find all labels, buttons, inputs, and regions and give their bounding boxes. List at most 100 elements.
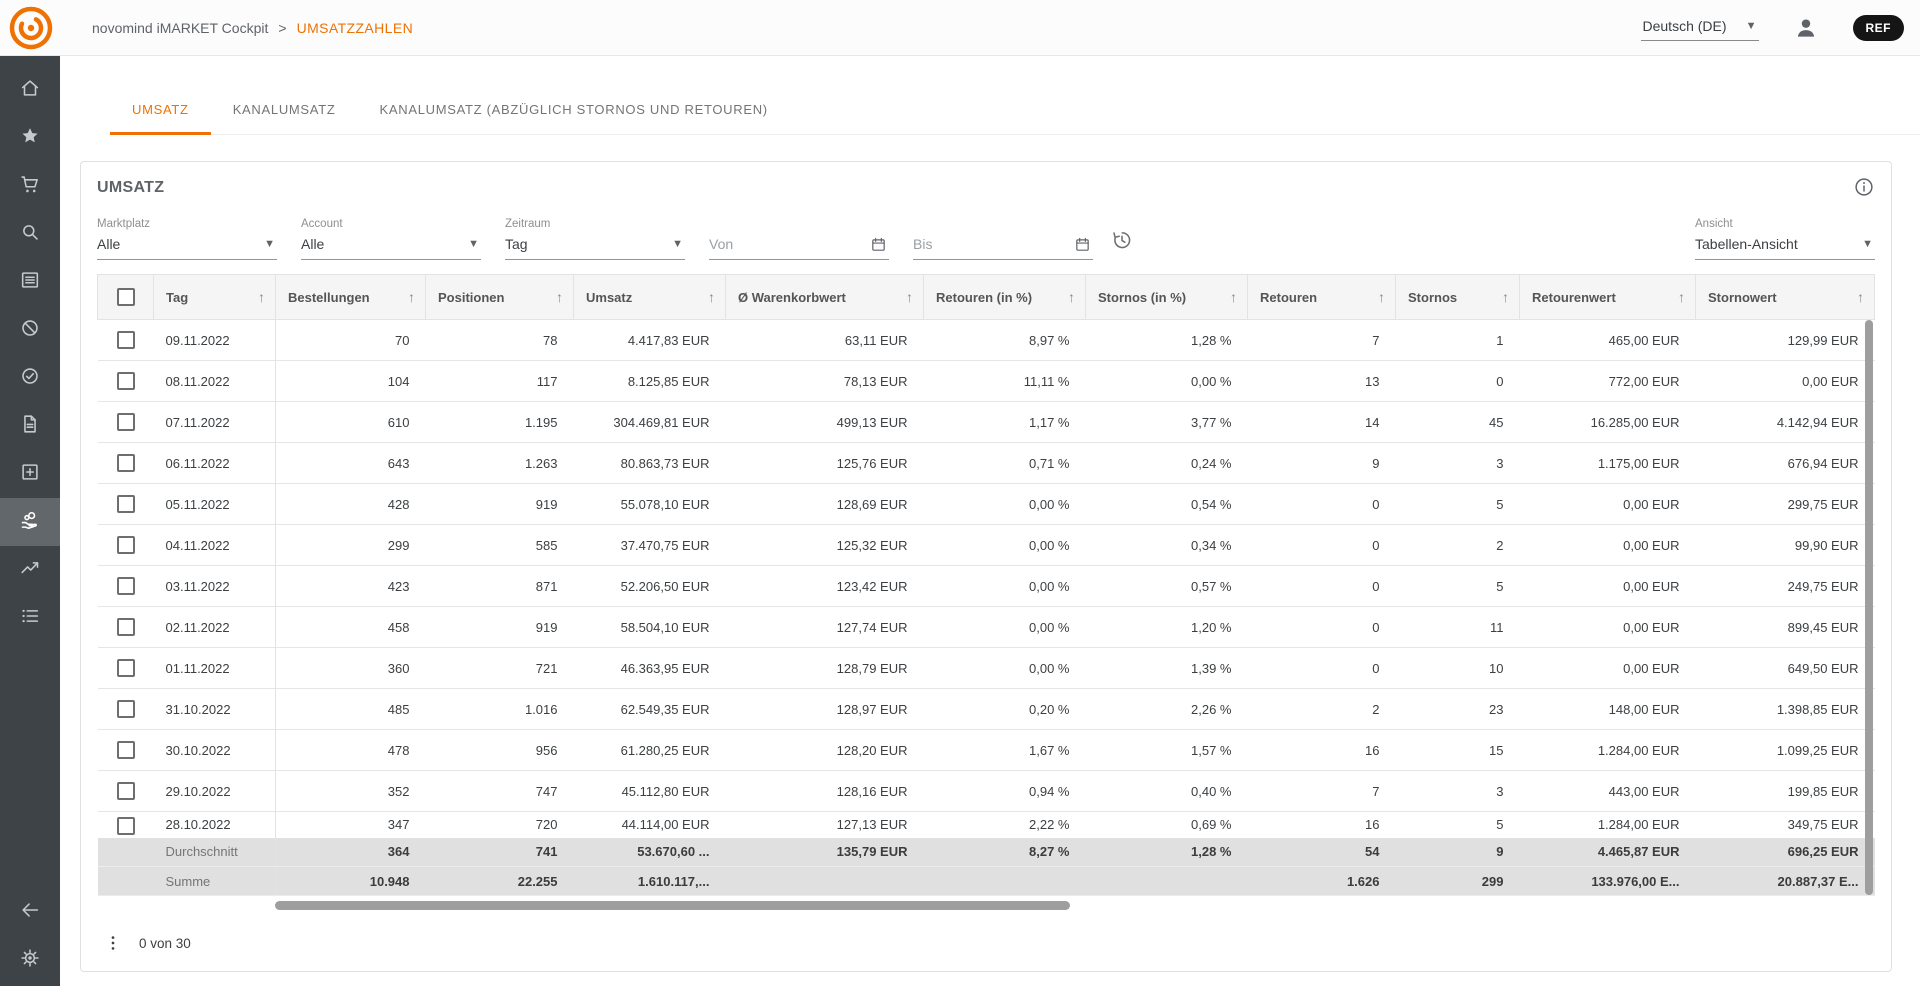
cell: 1.284,00 EUR (1520, 730, 1696, 771)
col-header-stornos-in[interactable]: Stornos (in %)↑ (1086, 275, 1248, 320)
col-header-tag[interactable]: Tag↑ (154, 275, 276, 320)
sidebar-item-document[interactable] (0, 402, 60, 450)
sidebar-item-list-box[interactable] (0, 258, 60, 306)
cell: 16 (1248, 812, 1396, 838)
row-checkbox[interactable] (117, 577, 135, 595)
cell: 52.206,50 EUR (574, 566, 726, 607)
sort-asc-icon[interactable]: ↑ (1230, 289, 1237, 305)
sort-asc-icon[interactable]: ↑ (1857, 289, 1864, 305)
account-filter[interactable]: Account Alle ▼ (301, 218, 481, 260)
row-checkbox[interactable] (117, 331, 135, 349)
sidebar-item-block[interactable] (0, 306, 60, 354)
calendar-icon[interactable] (870, 236, 887, 253)
summary-label: Summe (154, 867, 276, 896)
tab-kanalumsatz[interactable]: KANALUMSATZ (211, 100, 358, 134)
table-row: 28.10.202234772044.114,00 EUR127,13 EUR2… (98, 812, 1875, 838)
col-header-umsatz[interactable]: Umsatz↑ (574, 275, 726, 320)
select-all-checkbox[interactable] (117, 288, 135, 306)
row-checkbox[interactable] (117, 700, 135, 718)
row-checkbox[interactable] (117, 817, 135, 835)
row-checkbox[interactable] (117, 659, 135, 677)
col-header-warenkorbwert[interactable]: Ø Warenkorbwert↑ (726, 275, 924, 320)
row-checkbox[interactable] (117, 536, 135, 554)
cell: 125,76 EUR (726, 443, 924, 484)
cell: 7 (1248, 771, 1396, 812)
bis-date-field[interactable]: Bis (913, 235, 1093, 260)
reset-filters-icon[interactable] (1111, 229, 1133, 254)
ansicht-select[interactable]: Ansicht Tabellen-Ansicht ▼ (1695, 218, 1875, 260)
cell: 465,00 EUR (1520, 320, 1696, 361)
col-header-bestellungen[interactable]: Bestellungen↑ (276, 275, 426, 320)
sidebar-item-arrow-left[interactable] (0, 888, 60, 936)
cell-tag: 07.11.2022 (154, 402, 276, 443)
cell: 423 (276, 566, 426, 607)
sidebar-item-hand-coins[interactable] (0, 498, 60, 546)
marktplatz-filter[interactable]: Marktplatz Alle ▼ (97, 218, 277, 260)
sort-asc-icon[interactable]: ↑ (556, 289, 563, 305)
row-checkbox[interactable] (117, 618, 135, 636)
sidebar-item-check-circle[interactable] (0, 354, 60, 402)
cell: 123,42 EUR (726, 566, 924, 607)
sidebar-item-gear[interactable] (0, 936, 60, 984)
environment-badge: REF (1853, 15, 1905, 41)
cell: 2 (1396, 525, 1520, 566)
zeitraum-filter[interactable]: Zeitraum Tag ▼ (505, 218, 685, 260)
cell-tag: 30.10.2022 (154, 730, 276, 771)
row-checkbox[interactable] (117, 782, 135, 800)
horizontal-scrollbar[interactable] (275, 901, 1070, 910)
sort-asc-icon[interactable]: ↑ (708, 289, 715, 305)
sidebar-item-cart[interactable] (0, 162, 60, 210)
cell: 899,45 EUR (1696, 607, 1875, 648)
ansicht-value: Tabellen-Ansicht (1695, 236, 1798, 252)
sort-asc-icon[interactable]: ↑ (906, 289, 913, 305)
sidebar-item-trending-up[interactable] (0, 546, 60, 594)
col-header-positionen[interactable]: Positionen↑ (426, 275, 574, 320)
sort-asc-icon[interactable]: ↑ (408, 289, 415, 305)
cell: 0,00 EUR (1520, 484, 1696, 525)
cell: 299,75 EUR (1696, 484, 1875, 525)
col-header-stornowert[interactable]: Stornowert↑ (1696, 275, 1875, 320)
col-header-retourenwert[interactable]: Retourenwert↑ (1520, 275, 1696, 320)
cell: 485 (276, 689, 426, 730)
sidebar-item-add-box[interactable] (0, 450, 60, 498)
sort-asc-icon[interactable]: ↑ (1678, 289, 1685, 305)
calendar-icon[interactable] (1074, 236, 1091, 253)
cell: 0 (1248, 484, 1396, 525)
sidebar-item-star[interactable] (0, 114, 60, 162)
cell: 23 (1396, 689, 1520, 730)
table-row: 05.11.202242891955.078,10 EUR128,69 EUR0… (98, 484, 1875, 525)
cell: 1.263 (426, 443, 574, 484)
cell: 46.363,95 EUR (574, 648, 726, 689)
sort-asc-icon[interactable]: ↑ (1068, 289, 1075, 305)
von-date-field[interactable]: Von (709, 235, 889, 260)
vertical-scrollbar[interactable] (1865, 320, 1873, 895)
sort-asc-icon[interactable]: ↑ (258, 289, 265, 305)
col-header-retouren[interactable]: Retouren↑ (1248, 275, 1396, 320)
row-checkbox[interactable] (117, 741, 135, 759)
sidebar-item-bullet-list[interactable] (0, 594, 60, 642)
cell: 0 (1248, 566, 1396, 607)
cell-tag: 04.11.2022 (154, 525, 276, 566)
sort-asc-icon[interactable]: ↑ (1378, 289, 1385, 305)
language-select[interactable]: Deutsch (DE) ▼ (1641, 15, 1759, 41)
cell: 349,75 EUR (1696, 812, 1875, 838)
cell: 8.125,85 EUR (574, 361, 726, 402)
info-icon[interactable] (1853, 176, 1875, 200)
sidebar-item-home[interactable] (0, 66, 60, 114)
row-checkbox[interactable] (117, 372, 135, 390)
chevron-down-icon: ▼ (1746, 20, 1757, 32)
row-checkbox[interactable] (117, 413, 135, 431)
row-checkbox[interactable] (117, 454, 135, 472)
sort-asc-icon[interactable]: ↑ (1502, 289, 1509, 305)
tab-umsatz[interactable]: UMSATZ (110, 100, 211, 134)
col-header-retouren-in[interactable]: Retouren (in %)↑ (924, 275, 1086, 320)
user-icon[interactable] (1793, 15, 1819, 41)
cell: 772,00 EUR (1520, 361, 1696, 402)
breadcrumb-app[interactable]: novomind iMARKET Cockpit (92, 20, 268, 36)
cell: 1.016 (426, 689, 574, 730)
col-header-stornos[interactable]: Stornos↑ (1396, 275, 1520, 320)
sidebar-item-search[interactable] (0, 210, 60, 258)
more-options-icon[interactable] (103, 933, 123, 953)
tab-kanalumsatz-abz-glich-stornos-und-retouren[interactable]: KANALUMSATZ (ABZÜGLICH STORNOS UND RETOU… (358, 100, 790, 134)
row-checkbox[interactable] (117, 495, 135, 513)
